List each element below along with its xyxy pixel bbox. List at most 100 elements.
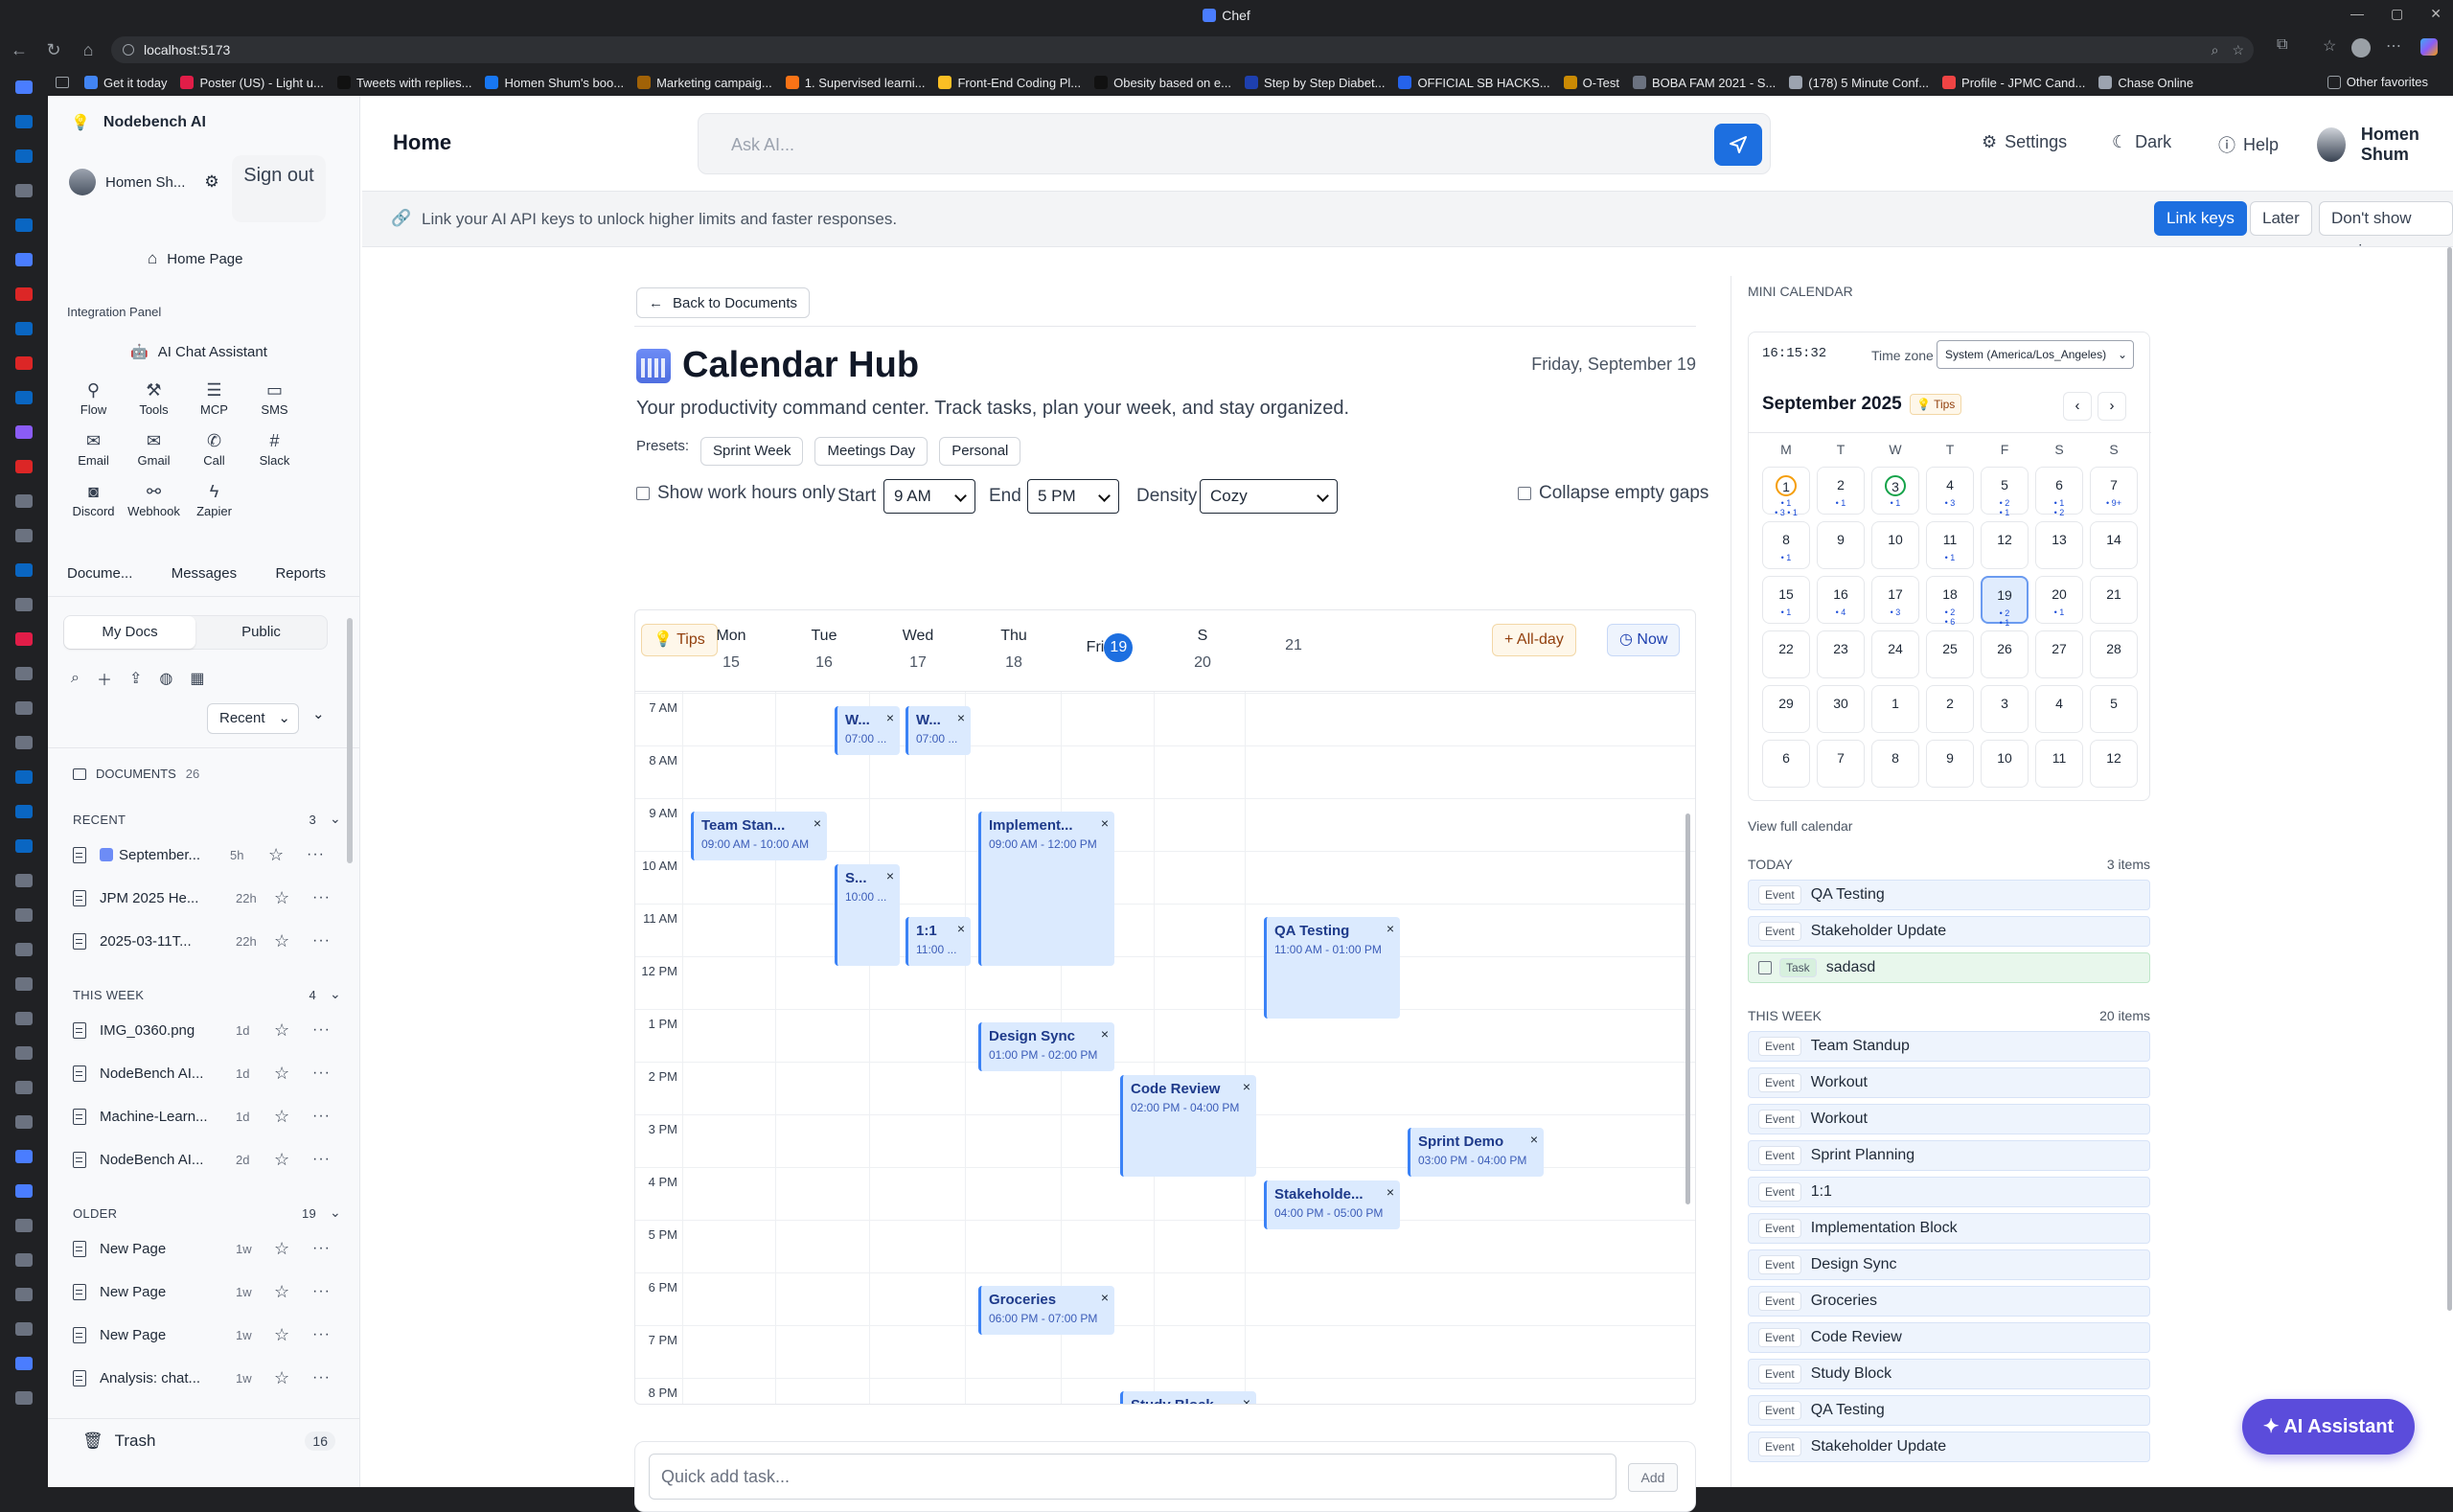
os-app-icon[interactable] xyxy=(15,563,33,577)
mini-day[interactable]: 2 xyxy=(1926,685,1974,733)
bookmark-item[interactable]: Homen Shum's boo... xyxy=(485,76,624,90)
mini-day[interactable]: 5 • 2 • 1 xyxy=(1981,467,2029,517)
star-icon[interactable]: ☆ xyxy=(274,1282,295,1302)
week-item[interactable]: Event Design Sync xyxy=(1748,1249,2150,1280)
star-icon[interactable]: ☆ xyxy=(274,1239,295,1259)
bookmark-item[interactable]: BOBA FAM 2021 - S... xyxy=(1632,76,1776,90)
star-icon[interactable]: ☆ xyxy=(274,888,295,908)
bookmark-item[interactable]: Marketing campaig... xyxy=(637,76,772,90)
close-icon[interactable]: × xyxy=(886,710,894,725)
bookmark-item[interactable]: Profile - JPMC Cand... xyxy=(1942,76,2085,90)
user-chip[interactable]: Homen Sh... ⚙ xyxy=(69,169,219,195)
start-hour-select[interactable]: 9 AM xyxy=(883,479,975,514)
sign-out-button[interactable]: Sign out xyxy=(232,155,326,222)
sort-select[interactable]: Recent ⌄ xyxy=(207,703,299,734)
integration-zapier[interactable]: ϟ Zapier xyxy=(184,483,244,518)
sidebar-scrollbar[interactable] xyxy=(347,618,353,863)
os-app-icon[interactable] xyxy=(15,529,33,542)
mini-day[interactable]: 11 xyxy=(2035,740,2083,788)
mini-day[interactable]: 9 xyxy=(1817,521,1865,569)
extensions-icon[interactable]: ⧉ xyxy=(2277,36,2287,54)
os-app-icon[interactable] xyxy=(15,908,33,922)
week-item[interactable]: Event Stakeholder Update xyxy=(1748,1432,2150,1462)
back-to-documents-button[interactable]: ← Back to Documents xyxy=(636,287,811,318)
calendar-event[interactable]: S... 10:00 ... × xyxy=(835,864,900,966)
mini-tips-button[interactable]: 💡 Tips xyxy=(1910,394,1962,415)
more-icon[interactable]: ··· xyxy=(312,889,331,906)
os-app-icon[interactable] xyxy=(15,874,33,887)
star-icon[interactable]: ☆ xyxy=(274,1107,295,1127)
document-item[interactable]: Analysis: chat... 1w ☆ ··· xyxy=(73,1364,341,1391)
os-app-icon[interactable] xyxy=(15,1046,33,1060)
os-app-icon[interactable] xyxy=(15,1012,33,1025)
os-app-icon[interactable] xyxy=(15,667,33,680)
reload-icon[interactable]: ↻ xyxy=(42,38,65,61)
later-button[interactable]: Later xyxy=(2250,201,2312,236)
os-app-icon[interactable] xyxy=(15,598,33,611)
mini-day[interactable]: 15 • 1 xyxy=(1762,576,1810,624)
mini-day[interactable]: 7 • 9+ xyxy=(2090,467,2138,515)
back-icon[interactable]: ← xyxy=(8,38,31,61)
star-icon[interactable]: ☆ xyxy=(274,1368,295,1388)
mini-day[interactable]: 24 xyxy=(1871,630,1919,678)
mini-day[interactable]: 7 xyxy=(1817,740,1865,788)
today-item[interactable]: Event QA Testing xyxy=(1748,880,2150,910)
more-icon[interactable]: ··· xyxy=(312,1240,331,1257)
mini-day[interactable]: 10 xyxy=(1871,521,1919,569)
calendar-event[interactable]: W... 07:00 ... × xyxy=(906,706,971,755)
integration-mcp[interactable]: ☰ MCP xyxy=(184,381,244,417)
os-app-icon[interactable] xyxy=(15,322,33,335)
quick-add-input[interactable]: Quick add task... xyxy=(649,1454,1616,1500)
os-app-icon[interactable] xyxy=(15,1357,33,1370)
today-item[interactable]: Event Stakeholder Update xyxy=(1748,916,2150,947)
home-icon[interactable]: ⌂ xyxy=(77,38,100,61)
os-app-icon[interactable] xyxy=(15,184,33,197)
my-docs-toggle[interactable]: My Docs xyxy=(64,616,195,649)
star-icon[interactable]: ☆ xyxy=(274,1064,295,1084)
document-item[interactable]: JPM 2025 He... 22h ☆ ··· xyxy=(73,884,341,911)
public-toggle[interactable]: Public xyxy=(195,616,327,649)
calendar-event[interactable]: 1:1 11:00 ... × xyxy=(906,917,971,966)
mini-day[interactable]: 23 xyxy=(1817,630,1865,678)
bookmark-item[interactable]: Get it today xyxy=(84,76,167,90)
mini-day[interactable]: 11 • 1 xyxy=(1926,521,1974,569)
calendar-event[interactable]: Design Sync 01:00 PM - 02:00 PM × xyxy=(978,1022,1114,1071)
close-icon[interactable]: × xyxy=(814,815,821,831)
help-button[interactable]: ⓘ Help xyxy=(2218,132,2279,157)
integration-discord[interactable]: ◙ Discord xyxy=(63,483,124,518)
now-button[interactable]: ◷ Now xyxy=(1607,624,1681,656)
mini-day[interactable]: 20 • 1 xyxy=(2035,576,2083,624)
close-icon[interactable]: × xyxy=(1387,921,1394,936)
density-select[interactable]: Cozy xyxy=(1200,479,1338,514)
trash-link[interactable]: 🗑 Trash 16 xyxy=(82,1432,335,1451)
ai-assistant-button[interactable]: ✦ AI Assistant xyxy=(2242,1399,2415,1455)
mini-day[interactable]: 4 • 3 xyxy=(1926,467,1974,515)
prev-month-button[interactable]: ‹ xyxy=(2063,392,2092,421)
preset-meetings-day[interactable]: Meetings Day xyxy=(814,437,928,466)
upload-icon[interactable]: ⇪ xyxy=(129,669,142,688)
mini-day[interactable]: 25 xyxy=(1926,630,1974,678)
more-icon[interactable]: ··· xyxy=(312,1369,331,1386)
integration-call[interactable]: ✆ Call xyxy=(184,432,244,468)
mini-day[interactable]: 6 • 1 • 2 xyxy=(2035,467,2083,517)
os-app-icon[interactable] xyxy=(15,770,33,784)
integration-slack[interactable]: # Slack xyxy=(244,432,305,468)
mini-day[interactable]: 12 xyxy=(1981,521,2029,569)
mini-day[interactable]: 29 xyxy=(1762,685,1810,733)
more-icon[interactable]: ··· xyxy=(312,1326,331,1343)
calendar-event[interactable]: QA Testing 11:00 AM - 01:00 PM × xyxy=(1264,917,1400,1019)
view-full-calendar-link[interactable]: View full calendar xyxy=(1748,818,1852,834)
send-button[interactable] xyxy=(1714,124,1762,166)
close-icon[interactable]: × xyxy=(957,921,965,936)
favorites-icon[interactable]: ☆ xyxy=(2323,36,2336,56)
add-task-button[interactable]: Add xyxy=(1628,1463,1678,1492)
week-item[interactable]: Event Study Block xyxy=(1748,1359,2150,1389)
collapse-gaps-toggle[interactable]: Collapse empty gaps xyxy=(1518,483,1708,504)
bookmark-item[interactable]: (178) 5 Minute Conf... xyxy=(1789,76,1929,90)
mini-day[interactable]: 10 xyxy=(1981,740,2029,788)
integration-webhook[interactable]: ⚯ Webhook xyxy=(124,483,184,518)
mini-day[interactable]: 16 • 4 xyxy=(1817,576,1865,624)
chevron-down-icon[interactable]: ⌄ xyxy=(312,705,325,722)
copilot-icon[interactable] xyxy=(2420,38,2438,56)
os-app-icon[interactable] xyxy=(15,494,33,508)
